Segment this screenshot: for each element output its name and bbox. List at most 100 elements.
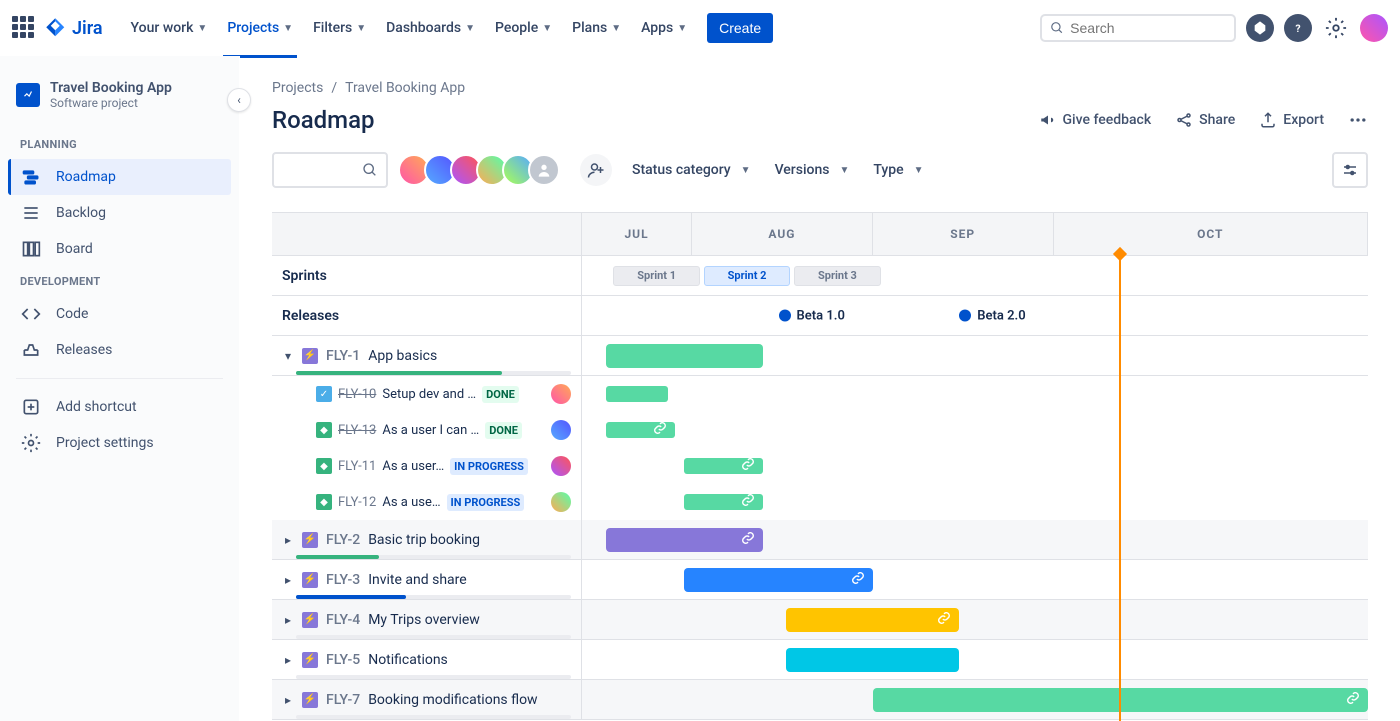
- top-nav: Jira Your work ▼Projects ▼Filters ▼Dashb…: [0, 0, 1400, 56]
- sidebar-item-code[interactable]: Code: [8, 296, 231, 332]
- status-filter[interactable]: Status category▼: [628, 156, 755, 184]
- task-icon: ✓: [316, 386, 332, 402]
- story-cell[interactable]: ◆FLY-11As a user…IN PROGRESS: [272, 448, 582, 484]
- jira-logo[interactable]: Jira: [44, 16, 103, 40]
- global-search[interactable]: [1040, 14, 1236, 42]
- chevron-right-icon[interactable]: ▸: [282, 533, 294, 547]
- share-button[interactable]: Share: [1175, 111, 1235, 129]
- sprint-pill[interactable]: Sprint 2: [704, 266, 790, 286]
- app-switcher-icon[interactable]: [12, 16, 36, 40]
- epic-cell[interactable]: ▸⚡FLY-2Basic trip booking: [272, 520, 582, 559]
- sprint-pill[interactable]: Sprint 1: [613, 266, 699, 286]
- issue-key[interactable]: FLY-13: [338, 423, 376, 438]
- release-marker[interactable]: Beta 1.0: [779, 308, 845, 323]
- timeline-bar[interactable]: [606, 386, 669, 402]
- epic-cell[interactable]: ▸⚡FLY-5Notifications: [272, 640, 582, 679]
- epic-cell[interactable]: ▸⚡FLY-4My Trips overview: [272, 600, 582, 639]
- nav-dashboards[interactable]: Dashboards ▼: [378, 12, 483, 44]
- issue-key[interactable]: FLY-12: [338, 495, 376, 510]
- more-actions-button[interactable]: [1348, 110, 1368, 130]
- breadcrumb-project[interactable]: Travel Booking App: [345, 80, 465, 96]
- issue-key[interactable]: FLY-7: [326, 692, 360, 708]
- timeline-bar[interactable]: [873, 688, 1368, 712]
- assignee-avatar[interactable]: [551, 420, 571, 440]
- chevron-down-icon[interactable]: ▾: [282, 349, 294, 363]
- timeline-bar[interactable]: [606, 344, 763, 368]
- project-subtitle: Software project: [50, 96, 172, 110]
- export-button[interactable]: Export: [1259, 111, 1324, 129]
- board-icon: [20, 239, 42, 259]
- sprint-pill[interactable]: Sprint 3: [794, 266, 880, 286]
- sidebar-item-board[interactable]: Board: [8, 231, 231, 267]
- code-icon: [20, 304, 42, 324]
- progress-bar: [296, 715, 571, 719]
- megaphone-icon: [1039, 111, 1057, 129]
- story-cell[interactable]: ◆FLY-12As a use…IN PROGRESS: [272, 484, 582, 520]
- epic-cell[interactable]: ▾⚡FLY-1App basics: [272, 336, 582, 375]
- sidebar-item-roadmap[interactable]: Roadmap: [8, 159, 231, 195]
- unassigned-avatar[interactable]: [528, 154, 560, 186]
- issue-key[interactable]: FLY-4: [326, 612, 360, 628]
- chevron-right-icon[interactable]: ▸: [282, 573, 294, 587]
- roadmap-icon: [20, 167, 42, 187]
- issue-key[interactable]: FLY-5: [326, 652, 360, 668]
- link-icon: [1346, 691, 1360, 705]
- epic-cell[interactable]: ▸⚡FLY-7Booking modifications flow: [272, 680, 582, 719]
- issue-key[interactable]: FLY-3: [326, 572, 360, 588]
- story-cell[interactable]: ◆FLY-13As a user I can …DONE: [272, 412, 582, 448]
- project-avatar: [16, 83, 40, 107]
- nav-plans[interactable]: Plans ▼: [564, 12, 629, 44]
- release-marker[interactable]: Beta 2.0: [959, 308, 1025, 323]
- nav-filters[interactable]: Filters ▼: [305, 12, 374, 44]
- add-assignee-button[interactable]: [580, 154, 612, 186]
- sprints-row-label: Sprints: [272, 256, 582, 295]
- timeline-bar[interactable]: [684, 458, 763, 474]
- timeline-bar[interactable]: [606, 528, 763, 552]
- give-feedback-button[interactable]: Give feedback: [1039, 111, 1152, 129]
- timeline-bar[interactable]: [684, 568, 873, 592]
- profile-avatar[interactable]: [1360, 14, 1388, 42]
- chevron-right-icon[interactable]: ▸: [282, 653, 294, 667]
- story-cell[interactable]: ✓FLY-10Setup dev and …DONE: [272, 376, 582, 412]
- issue-key[interactable]: FLY-2: [326, 532, 360, 548]
- timeline-bar[interactable]: [684, 494, 763, 510]
- sidebar-item-releases[interactable]: Releases: [8, 332, 231, 368]
- timeline-bar[interactable]: [606, 422, 675, 438]
- breadcrumb-projects[interactable]: Projects: [272, 80, 323, 96]
- versions-filter[interactable]: Versions▼: [771, 156, 854, 184]
- epic-cell[interactable]: ▸⚡FLY-3Invite and share: [272, 560, 582, 599]
- settings-icon[interactable]: [1322, 14, 1350, 42]
- release-dot-icon: [779, 310, 791, 322]
- issue-key[interactable]: FLY-11: [338, 459, 376, 474]
- epic-icon: ⚡: [302, 612, 318, 628]
- nav-projects[interactable]: Projects ▼: [219, 12, 301, 44]
- nav-your-work[interactable]: Your work ▼: [123, 12, 216, 44]
- progress-bar: [296, 635, 571, 639]
- timeline-bar[interactable]: [786, 648, 959, 672]
- assignee-filter[interactable]: [404, 154, 560, 186]
- sidebar-item-backlog[interactable]: Backlog: [8, 195, 231, 231]
- sidebar-item-project-settings[interactable]: Project settings: [8, 425, 231, 461]
- issue-key[interactable]: FLY-1: [326, 348, 360, 364]
- development-section-label: DEVELOPMENT: [8, 267, 231, 296]
- issue-key[interactable]: FLY-10: [338, 387, 376, 402]
- type-filter[interactable]: Type▼: [869, 156, 927, 184]
- help-icon[interactable]: ?: [1284, 14, 1312, 42]
- view-settings-button[interactable]: [1332, 152, 1368, 188]
- chevron-right-icon[interactable]: ▸: [282, 613, 294, 627]
- search-input[interactable]: [1070, 20, 1226, 36]
- create-button[interactable]: Create: [707, 13, 773, 43]
- assignee-avatar[interactable]: [551, 492, 571, 512]
- nav-people[interactable]: People ▼: [487, 12, 560, 44]
- assignee-avatar[interactable]: [551, 456, 571, 476]
- chevron-right-icon[interactable]: ▸: [282, 693, 294, 707]
- sidebar-item-add-shortcut[interactable]: Add shortcut: [8, 389, 231, 425]
- release-dot-icon: [959, 310, 971, 322]
- nav-apps[interactable]: Apps ▼: [633, 12, 695, 44]
- timeline-bar[interactable]: [786, 608, 959, 632]
- roadmap-search[interactable]: [272, 152, 388, 188]
- month-header: SEP: [873, 213, 1054, 255]
- assignee-avatar[interactable]: [551, 384, 571, 404]
- export-icon: [1259, 111, 1277, 129]
- notifications-icon[interactable]: [1246, 14, 1274, 42]
